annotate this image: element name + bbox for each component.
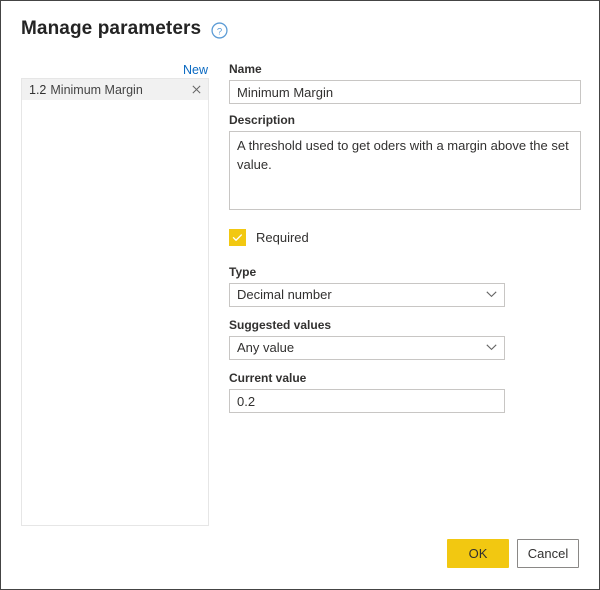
required-checkbox[interactable]: [229, 229, 246, 246]
type-dropdown-wrap: Decimal number: [229, 283, 505, 307]
svg-text:?: ?: [217, 26, 222, 37]
cancel-button[interactable]: Cancel: [517, 539, 579, 568]
description-label: Description: [229, 113, 296, 127]
type-label: Type: [229, 265, 257, 279]
dialog-header: Manage parameters ?: [21, 17, 228, 41]
required-label: Required: [256, 230, 309, 245]
required-row: Required: [229, 229, 581, 246]
parameter-list: 1.2 Minimum Margin: [21, 78, 209, 526]
current-value-label: Current value: [229, 371, 307, 385]
checkmark-icon: [232, 234, 243, 241]
name-input[interactable]: [229, 80, 581, 104]
type-dropdown[interactable]: Decimal number: [229, 283, 505, 307]
current-value-input[interactable]: [229, 389, 505, 413]
ok-button[interactable]: OK: [447, 539, 509, 568]
new-parameter-link[interactable]: New: [183, 62, 208, 78]
close-icon[interactable]: [191, 84, 202, 95]
description-input[interactable]: A threshold used to get oders with a mar…: [229, 131, 581, 210]
suggested-values-dropdown[interactable]: Any value: [229, 336, 505, 360]
list-item-index: 1.2: [29, 82, 47, 97]
list-item[interactable]: 1.2 Minimum Margin: [22, 79, 208, 100]
suggested-values-dropdown-wrap: Any value: [229, 336, 505, 360]
page-title: Manage parameters: [21, 18, 202, 39]
manage-parameters-dialog: Manage parameters ? New 1.2 Minimum Marg…: [0, 0, 600, 590]
suggested-values-label: Suggested values: [229, 318, 332, 332]
dialog-footer: OK Cancel: [447, 539, 579, 568]
list-item-label: Minimum Margin: [50, 82, 143, 97]
parameter-form: Name Description A threshold used to get…: [229, 61, 581, 413]
name-label: Name: [229, 62, 262, 76]
help-circle-icon[interactable]: ?: [211, 21, 228, 39]
